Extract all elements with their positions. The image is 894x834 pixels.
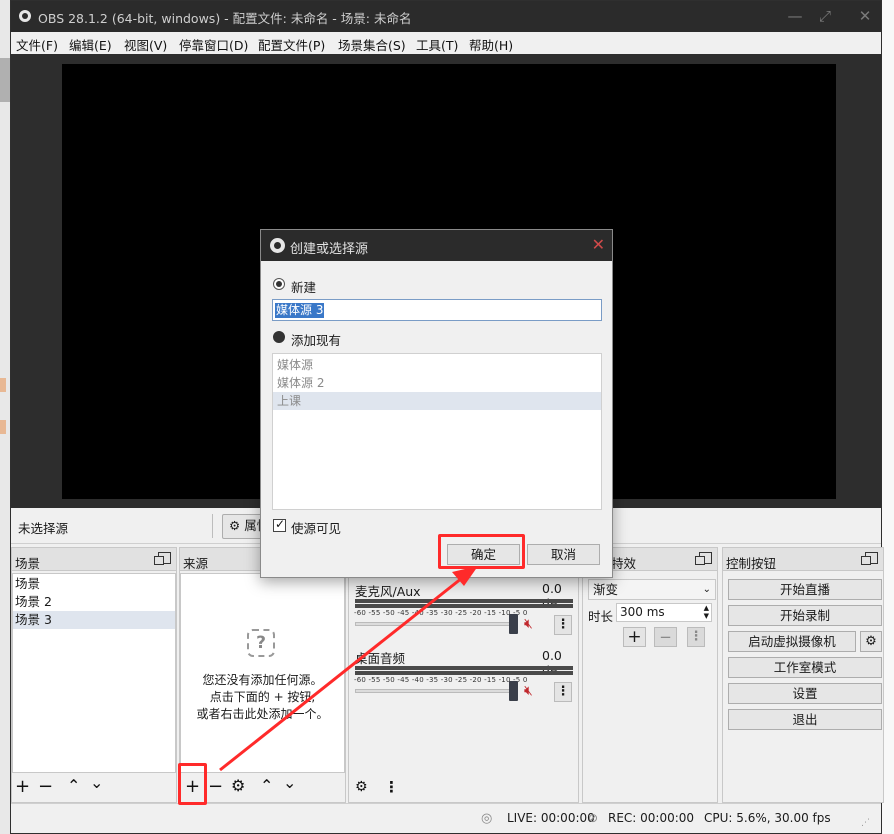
arrow-line <box>219 576 463 772</box>
screen: OBS 28.1.2 (64-bit, windows) - 配置文件: 未命名… <box>0 0 894 834</box>
annotation-arrow <box>219 566 478 772</box>
